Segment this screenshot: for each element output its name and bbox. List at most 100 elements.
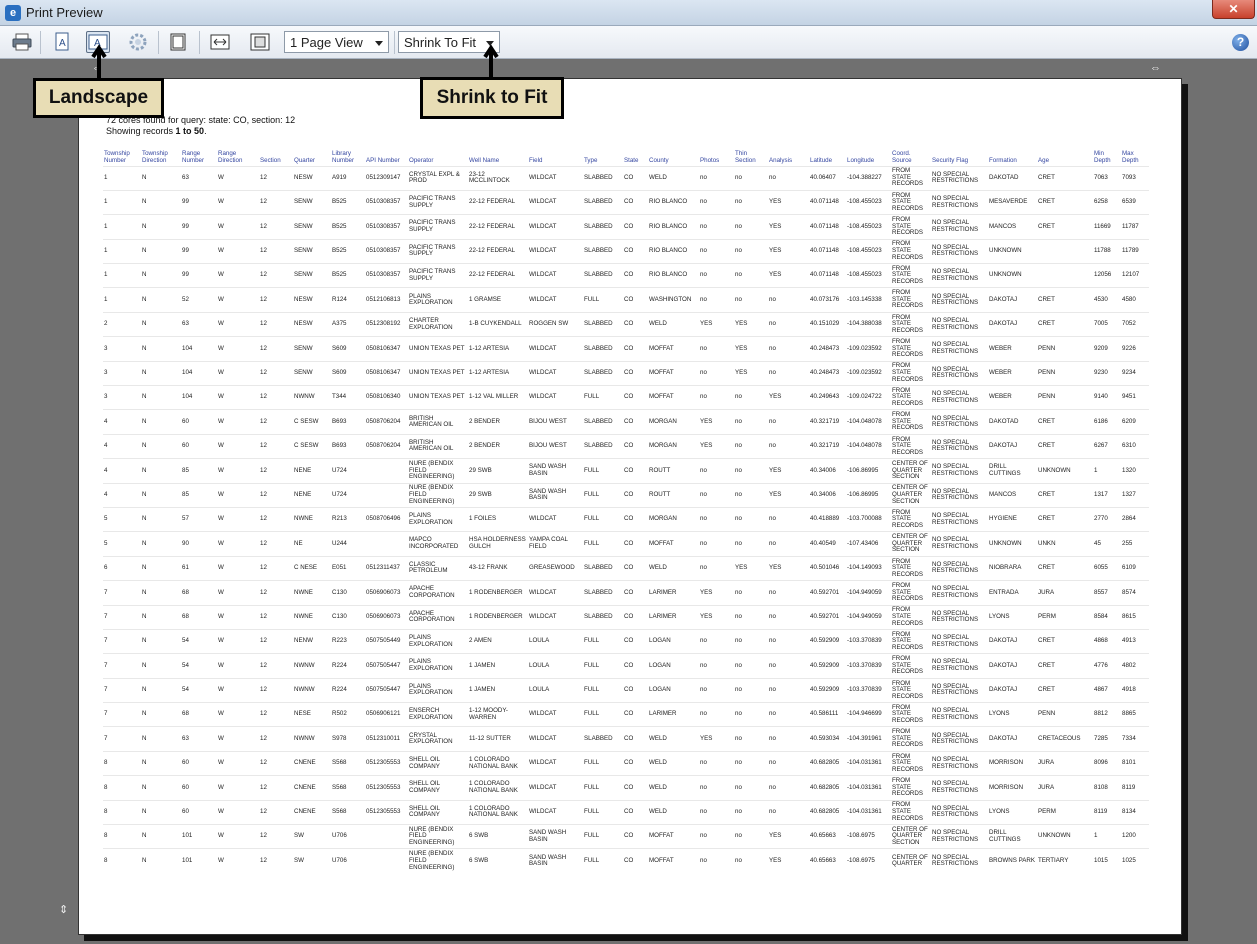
table-cell: W: [217, 336, 259, 362]
table-cell: 90: [181, 531, 217, 557]
table-cell: no: [768, 336, 809, 362]
table-cell: 5: [103, 506, 141, 532]
table-cell: 12: [259, 263, 293, 288]
table-cell: MORGAN: [648, 409, 699, 435]
margin-handle-icon[interactable]: ⇔: [1150, 62, 1161, 74]
table-cell: PERM: [1037, 799, 1093, 825]
table-cell: 1 COLORADO NATIONAL BANK: [468, 775, 528, 801]
table-cell: CO: [623, 677, 648, 703]
table-cell: S568: [331, 799, 365, 825]
table-cell: 8: [103, 848, 141, 874]
table-cell: NO SPECIAL RESTRICTIONS: [931, 238, 988, 264]
margin-handle-icon[interactable]: ⇕: [59, 903, 68, 916]
table-cell: 104: [181, 360, 217, 386]
table-cell: 1-12 ARTESIA: [468, 336, 528, 362]
table-cell: B525: [331, 214, 365, 240]
table-cell: 8865: [1121, 702, 1149, 727]
table-cell: LOULA: [528, 628, 583, 654]
close-button[interactable]: ✕: [1212, 0, 1255, 19]
table-cell: 40.249643: [809, 385, 846, 410]
table-cell: DAKOTAJ: [988, 287, 1037, 313]
table-cell: FULL: [583, 775, 623, 801]
table-cell: 12: [259, 604, 293, 630]
table-cell: FULL: [583, 628, 623, 654]
table-cell: 0507505447: [365, 653, 408, 679]
table-cell: B693: [331, 433, 365, 459]
table-cell: 0510308357: [365, 189, 408, 215]
table-cell: 4918: [1121, 677, 1149, 703]
table-cell: 45: [1093, 531, 1121, 557]
table-cell: 40.248473: [809, 336, 846, 362]
table-cell: no: [768, 726, 809, 752]
print-button[interactable]: [10, 31, 34, 53]
table-cell: 9140: [1093, 385, 1121, 410]
table-cell: no: [734, 409, 768, 435]
table-cell: SW: [293, 824, 331, 849]
table-cell: 40.321719: [809, 409, 846, 435]
table-cell: CRYSTAL EXPL & PROD: [408, 165, 468, 191]
table-cell: 7005: [1093, 311, 1121, 337]
table-cell: 12: [259, 653, 293, 679]
table-cell: 12: [259, 287, 293, 313]
table-cell: 29 SWB: [468, 458, 528, 484]
page-setup-button[interactable]: [126, 31, 150, 53]
table-cell: WEBER: [988, 336, 1037, 362]
table-cell: N: [141, 214, 181, 240]
table-cell: W: [217, 726, 259, 752]
help-icon[interactable]: ?: [1232, 34, 1249, 51]
table-cell: [1037, 238, 1093, 264]
table-cell: NO SPECIAL RESTRICTIONS: [931, 555, 988, 581]
column-header: Min Depth: [1094, 149, 1111, 164]
table-cell: HSA HOLDERNESS GULCH: [468, 531, 528, 557]
table-cell: 12: [259, 702, 293, 727]
table-cell: 12: [259, 726, 293, 752]
toolbar-separator: [40, 31, 41, 54]
table-cell: no: [699, 482, 734, 508]
table-cell: 43-12 FRANK: [468, 555, 528, 581]
table-cell: UNKNOWN: [988, 263, 1037, 288]
table-cell: CO: [623, 628, 648, 654]
table-cell: 85: [181, 458, 217, 484]
table-cell: FROM STATE RECORDS: [891, 336, 931, 362]
table-cell: SLABBED: [583, 165, 623, 191]
table-cell: PACIFIC TRANS SUPPLY: [408, 238, 468, 264]
table-row: 7 N 68 W 12 NWNE C130 0506906073 APACHE CORPORAT…: [103, 580, 1149, 606]
table-cell: no: [699, 238, 734, 264]
table-cell: C NESE: [293, 555, 331, 581]
table-cell: CENTER OF QUARTER SECTION: [891, 824, 931, 849]
header-footer-button[interactable]: [166, 31, 190, 53]
table-cell: 1 FOILES: [468, 506, 528, 532]
table-cell: N: [141, 287, 181, 313]
table-cell: CO: [623, 653, 648, 679]
table-cell: no: [699, 189, 734, 215]
table-cell: W: [217, 433, 259, 459]
table-cell: NWNW: [293, 677, 331, 703]
table-cell: 1 GRAMSE: [468, 287, 528, 313]
table-cell: DAKOTAJ: [988, 628, 1037, 654]
table-cell: -104.031361: [846, 775, 891, 801]
table-cell: W: [217, 238, 259, 264]
full-page-button[interactable]: [248, 31, 272, 53]
table-cell: 1: [103, 165, 141, 191]
table-cell: 7: [103, 702, 141, 727]
full-width-button[interactable]: [208, 31, 232, 53]
portrait-button[interactable]: A: [50, 31, 74, 53]
table-cell: -104.149093: [846, 555, 891, 581]
table-cell: NO SPECIAL RESTRICTIONS: [931, 165, 988, 191]
table-row: 2 N 63 W 12 NESW A375 0512308192 CHARTER EXPLORA…: [103, 311, 1149, 337]
table-cell: ROUTT: [648, 482, 699, 508]
table-cell: no: [768, 433, 809, 459]
table-cell: 1 COLORADO NATIONAL BANK: [468, 799, 528, 825]
page-view-select[interactable]: 1 Page View: [284, 31, 389, 53]
table-cell: NO SPECIAL RESTRICTIONS: [931, 750, 988, 776]
table-cell: -106.86995: [846, 458, 891, 484]
table-cell: CO: [623, 848, 648, 874]
table-cell: NO SPECIAL RESTRICTIONS: [931, 409, 988, 435]
table-cell: 40.34006: [809, 458, 846, 484]
table-cell: DRILL CUTTINGS: [988, 458, 1037, 484]
table-cell: 1-12 MOODY-WARREN: [468, 702, 528, 727]
table-cell: YES: [699, 433, 734, 459]
table-cell: 12: [259, 775, 293, 801]
table-cell: 11787: [1121, 214, 1149, 240]
table-cell: U724: [331, 458, 365, 484]
